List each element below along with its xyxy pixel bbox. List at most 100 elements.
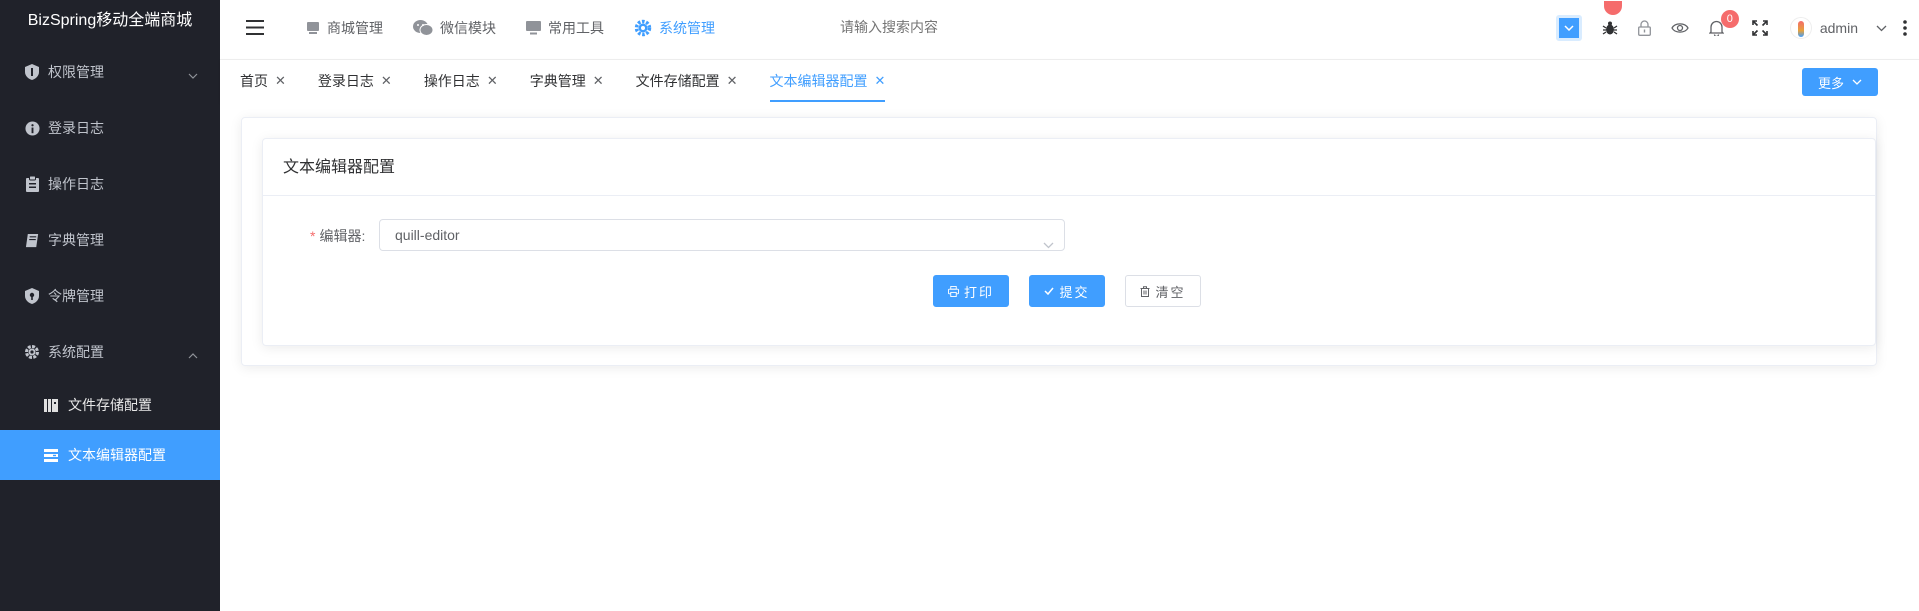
form-actions: 打印 提交 清空 bbox=[933, 275, 1221, 307]
tab-file-storage[interactable]: 文件存储配置 ✕ bbox=[636, 60, 738, 102]
sidebar-item-label: 操作日志 bbox=[48, 176, 104, 192]
clear-label: 清空 bbox=[1155, 284, 1186, 300]
search-input[interactable] bbox=[840, 19, 1080, 35]
editor-label-text: 编辑器: bbox=[319, 228, 366, 244]
close-icon[interactable]: ✕ bbox=[487, 73, 498, 89]
more-label: 更多 bbox=[1817, 75, 1844, 91]
editor-select[interactable]: quill-editor bbox=[379, 219, 1065, 251]
chevron-up-icon bbox=[188, 346, 198, 362]
clipboard-icon bbox=[24, 176, 40, 192]
tags-view: 首页 ✕ 登录日志 ✕ 操作日志 ✕ 字典管理 ✕ 文件存储配置 ✕ 文本编辑器… bbox=[220, 60, 1919, 102]
submit-label: 提交 bbox=[1059, 284, 1090, 300]
topnav-label: 商城管理 bbox=[327, 20, 383, 36]
trash-icon bbox=[1140, 285, 1150, 297]
config-card: 文本编辑器配置 * 编辑器: quill-editor 打印 提交 清空 bbox=[262, 138, 1876, 346]
close-icon[interactable]: ✕ bbox=[275, 73, 286, 89]
close-icon[interactable]: ✕ bbox=[875, 73, 886, 89]
page-container: 文本编辑器配置 * 编辑器: quill-editor 打印 提交 清空 bbox=[241, 117, 1877, 366]
chevron-down-icon bbox=[188, 66, 198, 82]
error-badge bbox=[1603, 1, 1622, 15]
submit-button[interactable]: 提交 bbox=[1029, 275, 1105, 307]
shop-icon bbox=[306, 21, 320, 35]
tab-login-log[interactable]: 登录日志 ✕ bbox=[318, 60, 392, 102]
shield-icon bbox=[24, 64, 40, 80]
tab-label: 首页 bbox=[240, 73, 268, 89]
wechat-icon bbox=[413, 20, 433, 36]
tab-label: 文件存储配置 bbox=[635, 73, 720, 89]
topnav-item-wechat[interactable]: 微信模块 bbox=[413, 18, 496, 38]
more-tabs-button[interactable]: 更多 bbox=[1802, 68, 1878, 96]
card-title: 文本编辑器配置 bbox=[263, 139, 1875, 196]
chevron-down-icon bbox=[1043, 229, 1054, 259]
sidebar-subitem-label: 文件存储配置 bbox=[68, 397, 152, 413]
top-header: 商城管理 微信模块 常用工具 系统管理 请输入搜索内容 0 admin bbox=[220, 0, 1919, 60]
topnav-label: 系统管理 bbox=[659, 20, 715, 36]
editor-select-value: quill-editor bbox=[395, 227, 460, 243]
sidebar-item-label: 令牌管理 bbox=[48, 288, 104, 304]
printer-icon bbox=[947, 285, 959, 297]
tab-label: 登录日志 bbox=[317, 73, 374, 89]
user-menu[interactable]: admin bbox=[1789, 17, 1907, 39]
close-icon[interactable]: ✕ bbox=[381, 73, 392, 89]
book-icon bbox=[24, 232, 40, 248]
gear-icon bbox=[634, 19, 652, 37]
editor-form-row: * 编辑器: quill-editor bbox=[263, 219, 1875, 253]
monitor-icon bbox=[526, 21, 541, 35]
chevron-down-icon bbox=[1852, 79, 1862, 85]
sidebar-item-operation-log[interactable]: 操作日志 bbox=[0, 156, 220, 212]
sidebar-subitem-file-storage[interactable]: 文件存储配置 bbox=[0, 380, 220, 430]
fullscreen-icon[interactable] bbox=[1752, 20, 1768, 36]
sidebar: BizSpring移动全端商城 权限管理 登录日志 操作日志 字典管理 令牌管理 bbox=[0, 0, 220, 611]
close-icon[interactable]: ✕ bbox=[593, 73, 604, 89]
topnav-item-system[interactable]: 系统管理 bbox=[634, 18, 715, 38]
topnav-item-tools[interactable]: 常用工具 bbox=[526, 18, 604, 38]
sidebar-subitem-text-editor[interactable]: 文本编辑器配置 bbox=[0, 430, 220, 480]
check-icon bbox=[1044, 287, 1055, 295]
print-button[interactable]: 打印 bbox=[933, 275, 1009, 307]
editor-label: * 编辑器: bbox=[310, 219, 365, 253]
lock-icon[interactable] bbox=[1637, 20, 1651, 36]
top-nav: 商城管理 微信模块 常用工具 系统管理 bbox=[306, 0, 745, 56]
app-logo-title[interactable]: BizSpring移动全端商城 bbox=[0, 0, 220, 44]
sidebar-item-label: 系统配置 bbox=[48, 344, 104, 360]
notification-bell-icon[interactable]: 0 bbox=[1708, 10, 1739, 36]
sidebar-item-dictionary[interactable]: 字典管理 bbox=[0, 212, 220, 268]
avatar bbox=[1789, 17, 1812, 39]
sidebar-item-token[interactable]: 令牌管理 bbox=[0, 268, 220, 324]
more-vertical-icon[interactable] bbox=[1903, 20, 1907, 36]
sidebar-item-label: 字典管理 bbox=[48, 232, 104, 248]
storage-icon bbox=[44, 397, 60, 413]
clear-button[interactable]: 清空 bbox=[1125, 275, 1201, 307]
theme-select-button[interactable] bbox=[1555, 15, 1582, 41]
hamburger-menu-icon[interactable] bbox=[246, 20, 264, 38]
info-icon bbox=[24, 120, 40, 136]
tab-label: 操作日志 bbox=[423, 73, 480, 89]
print-label: 打印 bbox=[963, 284, 994, 300]
tab-text-editor[interactable]: 文本编辑器配置 ✕ bbox=[769, 60, 886, 102]
close-icon[interactable]: ✕ bbox=[727, 73, 738, 89]
sidebar-item-label: 权限管理 bbox=[48, 64, 104, 80]
sidebar-item-label: 登录日志 bbox=[48, 120, 104, 136]
tab-dictionary[interactable]: 字典管理 ✕ bbox=[530, 60, 604, 102]
sidebar-item-permission[interactable]: 权限管理 bbox=[0, 44, 220, 100]
topnav-label: 常用工具 bbox=[548, 20, 604, 36]
header-actions: 0 admin bbox=[1546, 0, 1919, 56]
topnav-item-shop[interactable]: 商城管理 bbox=[306, 18, 383, 38]
bug-icon[interactable] bbox=[1602, 1, 1622, 36]
chevron-down-icon bbox=[1876, 25, 1887, 32]
chevron-down-icon bbox=[1555, 15, 1582, 41]
tab-operation-log[interactable]: 操作日志 ✕ bbox=[424, 60, 498, 102]
tab-list: 首页 ✕ 登录日志 ✕ 操作日志 ✕ 字典管理 ✕ 文件存储配置 ✕ 文本编辑器… bbox=[240, 60, 917, 102]
sidebar-item-login-log[interactable]: 登录日志 bbox=[0, 100, 220, 156]
required-mark: * bbox=[310, 228, 316, 244]
gear-icon bbox=[24, 344, 40, 360]
sidebar-item-system-config[interactable]: 系统配置 bbox=[0, 324, 220, 380]
tab-home[interactable]: 首页 ✕ bbox=[240, 60, 286, 102]
main-content: 文本编辑器配置 * 编辑器: quill-editor 打印 提交 清空 bbox=[220, 102, 1919, 611]
topnav-label: 微信模块 bbox=[440, 20, 496, 36]
sidebar-subitem-label: 文本编辑器配置 bbox=[68, 447, 166, 463]
notification-badge: 0 bbox=[1720, 10, 1739, 28]
tab-label: 文本编辑器配置 bbox=[769, 73, 868, 89]
list-icon bbox=[44, 447, 60, 463]
eye-icon[interactable] bbox=[1671, 22, 1689, 34]
